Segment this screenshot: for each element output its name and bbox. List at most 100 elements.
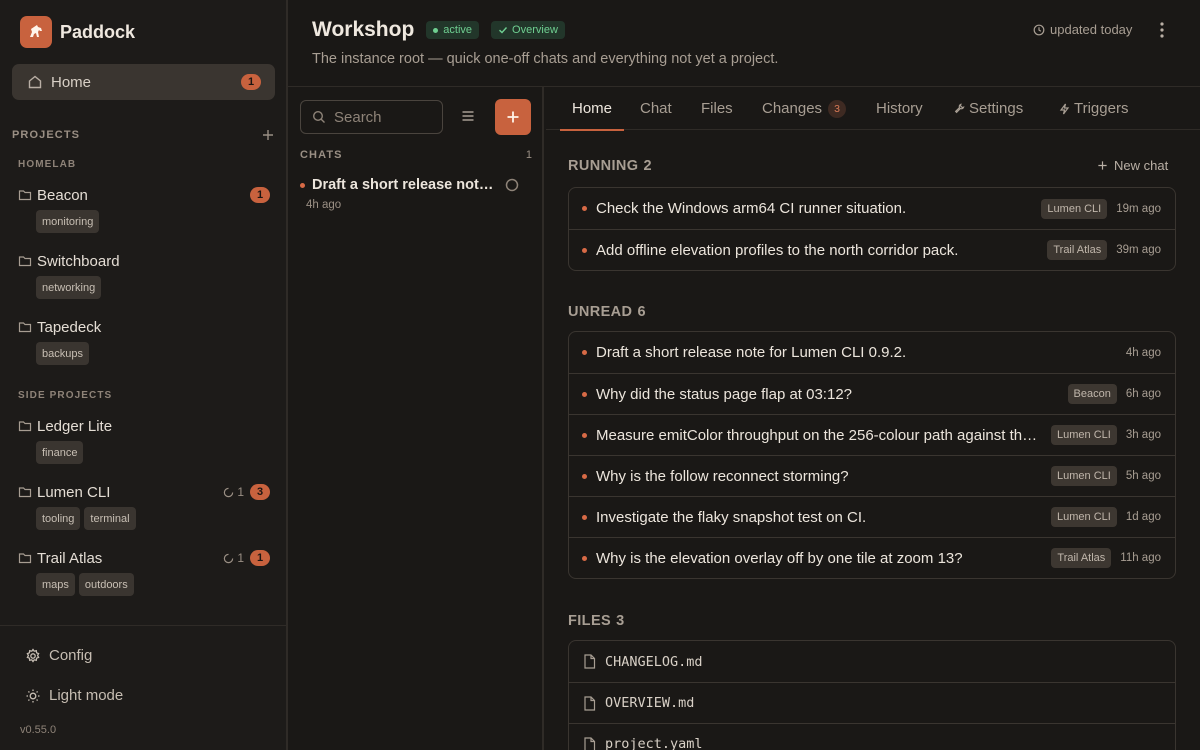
project-tag: Lumen CLI xyxy=(1041,198,1108,219)
overview-badge[interactable]: Overview xyxy=(491,21,565,39)
project-name: Lumen CLI xyxy=(37,483,111,501)
tab-history[interactable]: History xyxy=(876,87,923,130)
list-item[interactable]: Why did the status page flap at 03:12? B… xyxy=(569,373,1175,414)
sidebar-item-trail-atlas[interactable]: Trail Atlas 1 1 maps outdoors xyxy=(18,548,270,596)
more-options-icon[interactable] xyxy=(1154,20,1170,40)
project-tag[interactable]: networking xyxy=(36,276,102,299)
project-tag[interactable]: tooling xyxy=(36,507,81,530)
unread-list: Draft a short release note for Lumen CLI… xyxy=(568,331,1176,579)
project-tag[interactable]: backups xyxy=(36,342,89,365)
section-label: RUNNING xyxy=(568,158,639,174)
running-indicator: 1 xyxy=(223,551,244,565)
project-tag[interactable]: terminal xyxy=(84,507,136,530)
file-row[interactable]: project.yaml xyxy=(569,723,1175,750)
group-label-side-projects: SIDE PROJECTS xyxy=(18,390,113,401)
file-icon xyxy=(583,695,596,711)
changes-count-badge: 3 xyxy=(828,99,847,118)
unread-dot-icon xyxy=(582,473,587,479)
file-row[interactable]: OVERVIEW.md xyxy=(569,682,1175,723)
group-label-homelab: HOMELAB xyxy=(18,159,77,170)
list-item[interactable]: Why is the follow reconnect storming? Lu… xyxy=(569,455,1175,496)
home-label: Home xyxy=(51,73,92,91)
timestamp: 19m ago xyxy=(1116,202,1161,215)
app-name: Paddock xyxy=(60,21,136,42)
files-section-title: FILES 3 xyxy=(568,613,625,629)
sidebar-item-switchboard[interactable]: Switchboard networking xyxy=(18,251,270,299)
list-item[interactable]: Check the Windows arm64 CI runner situat… xyxy=(569,188,1175,229)
chat-title: Add offline elevation profiles to the no… xyxy=(596,241,959,259)
project-tag[interactable]: maps xyxy=(36,573,75,596)
project-tag[interactable]: finance xyxy=(36,441,84,464)
add-project-icon[interactable] xyxy=(261,128,275,142)
project-unread-badge: 1 xyxy=(250,550,270,566)
new-chat-link[interactable]: New chat xyxy=(1097,158,1168,173)
gear-icon xyxy=(25,647,41,664)
tab-label: Home xyxy=(572,100,613,117)
list-item[interactable]: Add offline elevation profiles to the no… xyxy=(569,229,1175,270)
chat-title: Draft a short release note for Lumen CLI… xyxy=(596,344,907,361)
tab-home[interactable]: Home xyxy=(559,87,625,131)
chat-title: Investigate the flaky snapshot test on C… xyxy=(596,508,867,526)
sidebar-home-button[interactable]: Home 1 xyxy=(12,64,275,100)
timestamp: 4h ago xyxy=(1125,346,1161,359)
sidebar-item-ledger-lite[interactable]: Ledger Lite finance xyxy=(18,416,270,464)
chat-title: Draft a short release note for Lumen CLI… xyxy=(312,177,497,193)
chat-list-item[interactable]: Draft a short release note for Lumen CLI… xyxy=(300,177,530,211)
list-item[interactable]: Investigate the flaky snapshot test on C… xyxy=(569,496,1175,537)
chat-list-panel: CHATS 1 Draft a short release note for L… xyxy=(288,87,544,750)
timestamp: 1d ago xyxy=(1125,511,1161,523)
search-input[interactable] xyxy=(334,108,434,126)
list-item[interactable]: Why is the elevation overlay off by one … xyxy=(569,537,1175,578)
sidebar: Paddock Home 1 PROJECTS HOMELAB Beacon 1… xyxy=(0,0,288,750)
config-button[interactable]: Config xyxy=(25,647,92,664)
timestamp: 3h ago xyxy=(1125,429,1161,441)
chats-heading-label: CHATS xyxy=(300,149,343,161)
list-item[interactable]: Draft a short release note for Lumen CLI… xyxy=(569,332,1175,373)
sidebar-item-tapedeck[interactable]: Tapedeck backups xyxy=(18,317,270,365)
light-mode-toggle[interactable]: Light mode xyxy=(25,687,123,704)
tab-settings[interactable]: Settings xyxy=(954,87,1023,130)
page-subtitle: The instance root — quick one-off chats … xyxy=(312,51,779,67)
unread-dot-icon xyxy=(582,432,587,438)
project-tag[interactable]: monitoring xyxy=(36,210,100,233)
file-row[interactable]: CHANGELOG.md xyxy=(569,641,1175,682)
project-tag: Trail Atlas xyxy=(1051,548,1112,568)
running-dot-icon xyxy=(582,247,587,253)
project-name: Beacon xyxy=(37,186,88,204)
tab-files[interactable]: Files xyxy=(701,87,733,130)
sidebar-item-lumen-cli[interactable]: Lumen CLI 1 3 tooling terminal xyxy=(18,482,270,530)
project-tag[interactable]: outdoors xyxy=(78,573,134,596)
tab-changes[interactable]: Changes 3 xyxy=(762,87,847,130)
brand[interactable]: Paddock xyxy=(20,16,135,48)
file-icon xyxy=(583,654,596,669)
section-count: 6 xyxy=(637,304,646,320)
home-unread-badge: 1 xyxy=(241,74,261,90)
sidebar-item-beacon[interactable]: Beacon 1 monitoring xyxy=(18,185,270,233)
project-unread-badge: 1 xyxy=(250,187,270,203)
plus-icon xyxy=(1098,161,1107,170)
file-name: CHANGELOG.md xyxy=(605,653,703,670)
filter-icon[interactable] xyxy=(460,108,476,124)
section-count: 3 xyxy=(616,613,625,629)
config-label: Config xyxy=(49,647,93,664)
tab-label: Triggers xyxy=(1074,100,1129,117)
spinner-icon xyxy=(224,553,234,563)
tab-chat[interactable]: Chat xyxy=(640,87,672,130)
wrench-icon xyxy=(954,103,965,114)
projects-heading-label: PROJECTS xyxy=(12,129,81,141)
new-chat-label: New chat xyxy=(1114,158,1169,173)
new-chat-button[interactable] xyxy=(495,99,531,135)
tab-bar: Home Chat Files Changes 3 History Settin… xyxy=(546,87,1200,131)
timestamp: 5h ago xyxy=(1125,470,1161,482)
running-count: 1 xyxy=(237,485,244,499)
check-icon xyxy=(498,25,508,35)
chat-title: Why did the status page flap at 03:12? xyxy=(596,385,853,403)
sun-icon xyxy=(25,688,41,704)
page-title: Workshop xyxy=(312,18,415,41)
clock-icon xyxy=(1033,24,1045,36)
search-box[interactable] xyxy=(300,100,443,134)
overview-label: Overview xyxy=(512,24,558,36)
tab-triggers[interactable]: Triggers xyxy=(1059,87,1128,130)
running-count: 1 xyxy=(237,551,244,565)
list-item[interactable]: Measure emitColor throughput on the 256-… xyxy=(569,414,1175,455)
